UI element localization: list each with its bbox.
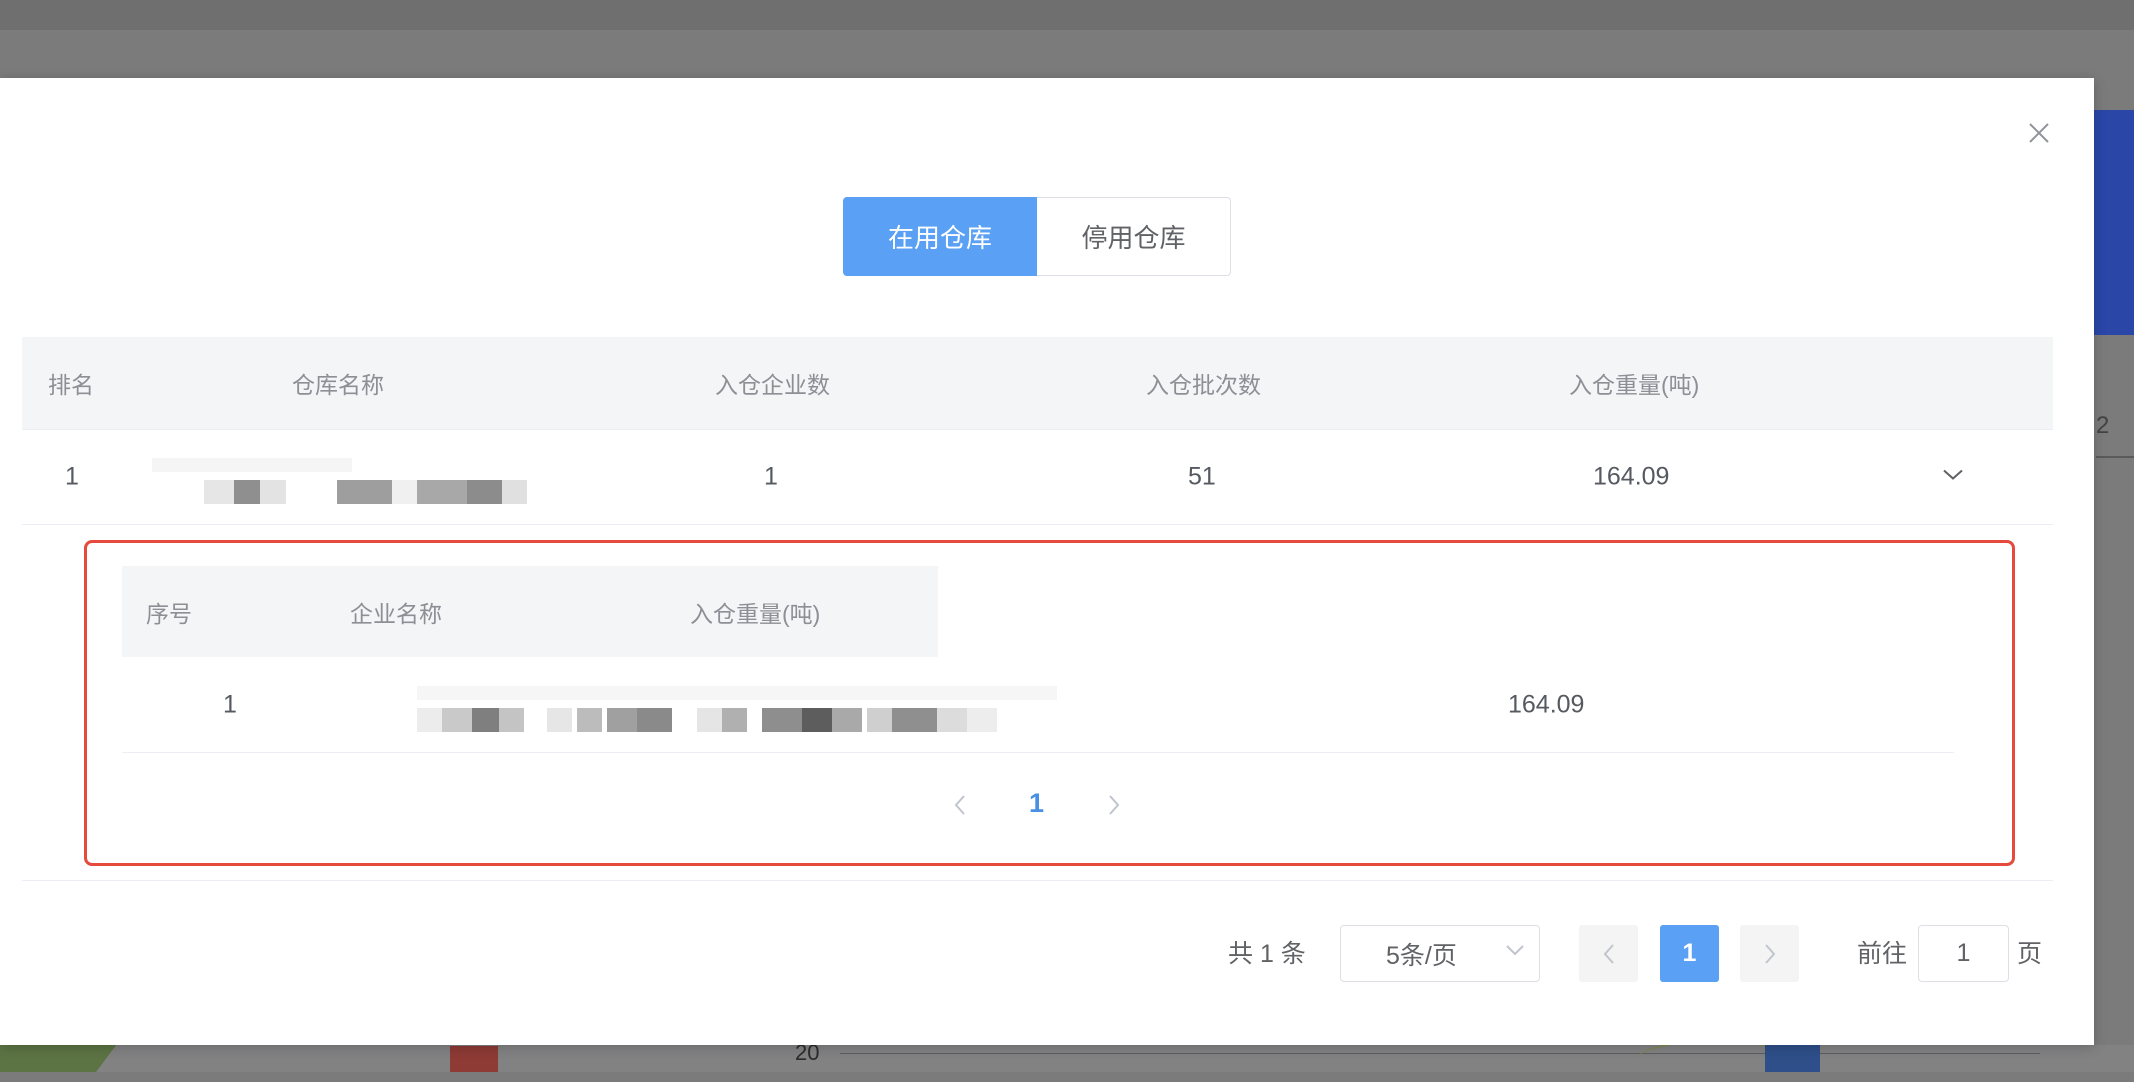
column-header-index: 序号 <box>146 600 192 627</box>
tab-active-warehouses[interactable]: 在用仓库 <box>843 197 1037 276</box>
background-topbar <box>0 0 2134 30</box>
background-legend-swatch <box>450 1046 498 1072</box>
close-icon <box>2029 123 2049 143</box>
column-header-rank: 排名 <box>48 372 94 398</box>
cell-sub-weight: 164.09 <box>1508 690 1585 719</box>
cell-weight: 164.09 <box>1593 462 1670 491</box>
column-header-weight: 入仓重量(吨) <box>1569 372 1700 398</box>
redacted-warehouse-name <box>152 458 552 504</box>
sub-page-number[interactable]: 1 <box>1029 788 1044 819</box>
column-header-sub-weight: 入仓重量(吨) <box>690 600 821 627</box>
column-header-batch-count: 入仓批次数 <box>1146 372 1261 398</box>
current-page-button[interactable]: 1 <box>1660 925 1719 982</box>
page-size-select[interactable]: 5条/页 <box>1340 925 1540 982</box>
sub-table-header: 序号 企业名称 入仓重量(吨) <box>122 566 938 657</box>
chevron-left-icon <box>1603 943 1614 964</box>
goto-page-input[interactable] <box>1918 925 2009 982</box>
prev-page-button[interactable] <box>1579 925 1638 982</box>
background-axis-line <box>840 1053 2040 1054</box>
chevron-down-icon <box>1506 945 1524 956</box>
sub-next-page-button[interactable] <box>1099 785 1129 825</box>
background-divider <box>2096 456 2134 458</box>
expand-row-toggle[interactable] <box>1942 468 1964 487</box>
sub-table-pagination: 1 <box>122 775 1954 835</box>
sub-table-row[interactable]: 1 164.09 <box>122 658 1954 753</box>
total-count: 共 1 条 <box>1228 940 1306 968</box>
chevron-down-icon <box>1943 469 1963 480</box>
tab-disabled-warehouses[interactable]: 停用仓库 <box>1037 197 1231 276</box>
column-header-enterprise-name: 企业名称 <box>350 600 442 627</box>
table-row[interactable]: 1 1 51 164.09 <box>22 430 2053 525</box>
page-size-value: 5条/页 <box>1386 941 1457 970</box>
next-page-button[interactable] <box>1740 925 1799 982</box>
warehouse-status-tabs: 在用仓库 停用仓库 <box>843 197 1231 276</box>
cell-index: 1 <box>223 690 237 719</box>
column-header-warehouse-name: 仓库名称 <box>292 372 384 398</box>
cell-batch-count: 51 <box>1188 462 1216 491</box>
goto-label: 前往 <box>1857 940 1908 968</box>
chevron-left-icon <box>954 795 965 815</box>
goto-suffix: 页 <box>2017 940 2043 968</box>
chevron-right-icon <box>1764 943 1775 964</box>
sub-prev-page-button[interactable] <box>945 785 975 825</box>
table-header: 排名 仓库名称 入仓企业数 入仓批次数 入仓重量(吨) <box>22 337 2053 430</box>
cell-enterprise-count: 1 <box>764 462 778 491</box>
cell-rank: 1 <box>65 462 79 491</box>
chevron-right-icon <box>1109 795 1120 815</box>
main-pagination: 共 1 条 5条/页 1 前往 页 <box>0 918 2094 982</box>
background-text-fragment: 2 <box>2096 412 2110 439</box>
redacted-enterprise-name <box>417 686 1067 732</box>
column-header-enterprise-count: 入仓企业数 <box>715 372 830 398</box>
close-button[interactable] <box>2024 118 2054 148</box>
